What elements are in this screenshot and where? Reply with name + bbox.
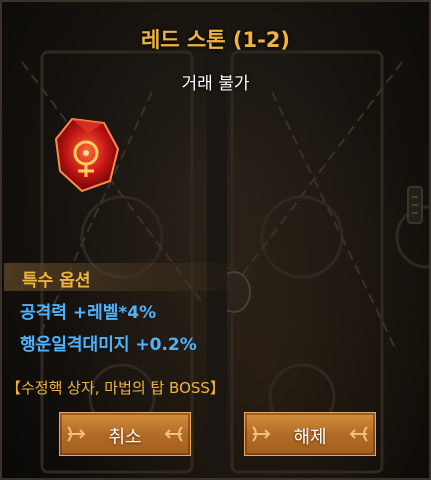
red-stone-gem-icon bbox=[54, 117, 120, 193]
trade-status: 거래 불가 bbox=[181, 74, 250, 94]
item-name: 레드 스톤 (1-2) bbox=[140, 28, 291, 52]
ornament-icon bbox=[349, 426, 368, 442]
option-line-2: 행운일격대미지 +0.2% bbox=[20, 335, 197, 355]
special-options-header: 특수 옵션 bbox=[4, 263, 254, 291]
special-options-title: 특수 옵션 bbox=[22, 271, 91, 291]
item-source-text: 【수정핵 상자, 마법의 탑 BOSS】 bbox=[6, 379, 225, 397]
ornament-icon bbox=[164, 426, 183, 442]
cancel-button[interactable]: 취소 bbox=[59, 412, 191, 456]
release-button[interactable]: 해제 bbox=[244, 412, 376, 456]
scroll-handle[interactable] bbox=[405, 185, 425, 225]
item-tooltip-dialog: 레드 스톤 (1-2) 거래 불가 특수 옵션 공격력 +레벨*4% 행운일격대… bbox=[0, 0, 431, 480]
option-line-1: 공격력 +레벨*4% bbox=[20, 303, 157, 323]
